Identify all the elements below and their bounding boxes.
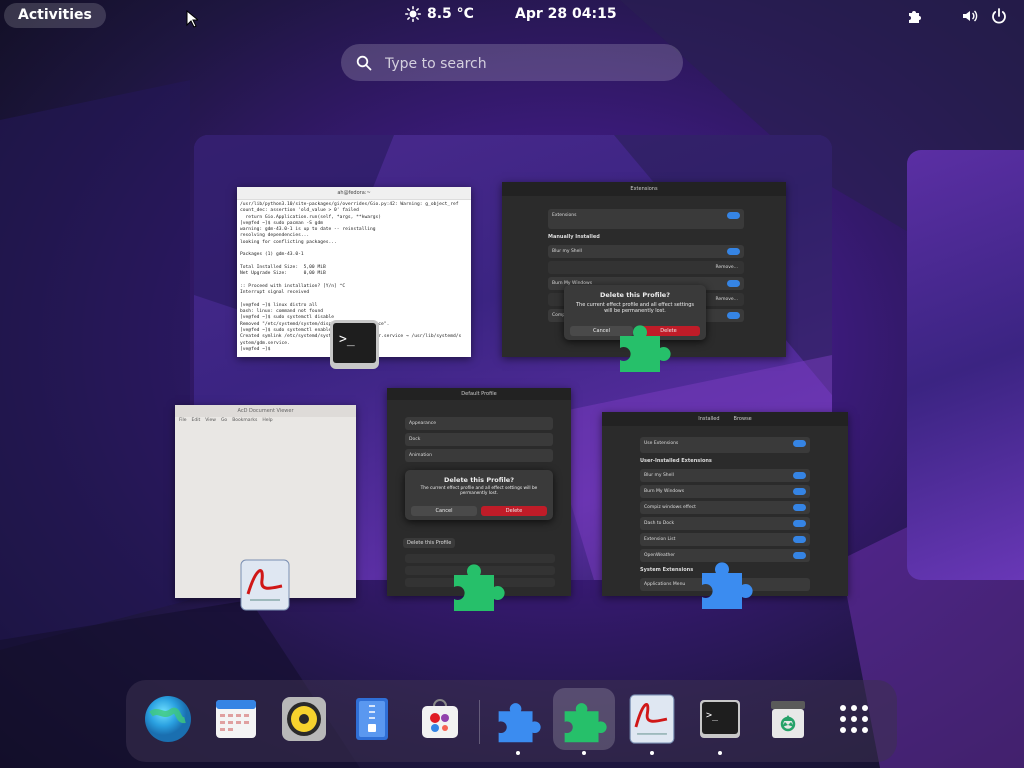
- app-grid-button[interactable]: [823, 688, 885, 750]
- file-archive-launcher[interactable]: [341, 688, 403, 750]
- window-title: Extensions: [502, 182, 786, 196]
- header-bar: Installed Browse: [602, 412, 848, 426]
- extension-row[interactable]: Burn My Windows: [640, 485, 810, 498]
- trash-icon: [771, 701, 805, 738]
- sun-icon: [405, 6, 421, 22]
- dialog-body: The current effect profile and all effec…: [575, 302, 695, 314]
- toggle-switch[interactable]: [727, 280, 740, 287]
- terminal-app-icon: >_: [330, 320, 379, 369]
- search-icon: [356, 55, 372, 71]
- delete-button[interactable]: Delete: [481, 506, 547, 516]
- extensions-puzzle-icon: [454, 564, 505, 611]
- music-player-icon: [282, 697, 326, 741]
- activities-button[interactable]: Activities: [4, 3, 106, 28]
- temperature-label: 8.5 °C: [427, 6, 474, 22]
- extension-row[interactable]: Blur my Shell: [548, 245, 744, 258]
- extension-manager-launcher[interactable]: [553, 688, 615, 755]
- tab-installed[interactable]: Installed: [698, 412, 719, 426]
- menu-item[interactable]: Go: [221, 418, 227, 423]
- volume-icon[interactable]: [961, 7, 979, 25]
- tab-browse[interactable]: Browse: [734, 412, 752, 426]
- search-bar[interactable]: [341, 44, 683, 83]
- clock-button[interactable]: Apr 28 04:15: [515, 6, 617, 22]
- running-indicator: [718, 751, 722, 755]
- document-viewer-app-icon: [240, 559, 290, 611]
- software-store-launcher[interactable]: [409, 688, 471, 750]
- file-archive-icon: [356, 698, 388, 740]
- calendar-icon: [216, 700, 256, 738]
- toggle-switch[interactable]: [793, 504, 806, 511]
- toggle-switch[interactable]: [793, 488, 806, 495]
- menu-item[interactable]: Bookmarks: [232, 418, 257, 423]
- software-store-icon: [422, 699, 458, 738]
- menu-item[interactable]: File: [179, 418, 187, 423]
- delete-profile-button[interactable]: Delete this Profile: [403, 538, 456, 548]
- trash-launcher[interactable]: [757, 688, 819, 750]
- menu-item[interactable]: Help: [262, 418, 272, 423]
- toggle-switch[interactable]: [727, 212, 740, 219]
- svg-text:>_: >_: [706, 710, 719, 721]
- dialog-title: Delete this Profile?: [600, 291, 670, 299]
- extension-list: Blur my Shell Burn My Windows Compiz windo…: [634, 469, 816, 562]
- delete-profile-dialog: Delete this Profile? The current effect …: [405, 470, 553, 520]
- toggle-switch[interactable]: [793, 440, 806, 447]
- window-title: ah@fedora:~: [237, 187, 471, 200]
- browser-launcher[interactable]: [137, 688, 199, 750]
- extension-manager-icon: [564, 703, 607, 743]
- mouse-cursor-icon: [186, 10, 198, 28]
- menu-bar: File Edit View Go Bookmarks Help: [175, 417, 356, 424]
- toggle-switch[interactable]: [727, 312, 740, 319]
- section-heading: User-Installed Extensions: [640, 458, 712, 464]
- top-bar: Activities 8.5 °C Apr 28 04:15: [0, 0, 1024, 32]
- extension-row[interactable]: Dash to Dock: [640, 517, 810, 530]
- calendar-launcher[interactable]: [205, 688, 267, 750]
- dialog-title: Delete this Profile?: [444, 476, 514, 484]
- dock-separator: [479, 700, 480, 744]
- power-icon[interactable]: [990, 7, 1008, 25]
- toggle-switch[interactable]: [727, 248, 740, 255]
- window-title: Default Profile: [387, 388, 571, 400]
- running-indicator: [650, 751, 654, 755]
- menu-item[interactable]: Edit: [192, 418, 201, 423]
- setting-row[interactable]: Appearance: [405, 417, 553, 430]
- terminal-icon: >_: [700, 700, 740, 738]
- extensions-puzzle-icon: [620, 325, 671, 372]
- extension-row[interactable]: Blur my Shell: [640, 469, 810, 482]
- setting-row[interactable]: Dock: [405, 433, 553, 446]
- extensions-toggle-row[interactable]: Extensions: [548, 209, 744, 229]
- music-player-launcher[interactable]: [273, 688, 335, 750]
- toggle-switch[interactable]: [793, 552, 806, 559]
- toggle-switch[interactable]: [793, 536, 806, 543]
- weather-indicator[interactable]: 8.5 °C: [405, 6, 474, 22]
- document-viewer-launcher[interactable]: [621, 688, 683, 755]
- extensions-app-icon: [498, 703, 541, 743]
- extension-row[interactable]: Remove...: [548, 261, 744, 274]
- toggle-switch[interactable]: [793, 472, 806, 479]
- app-grid-icon: [840, 705, 868, 733]
- window-title: AcD Document Viewer: [175, 405, 356, 417]
- workspace-next[interactable]: [907, 150, 1024, 580]
- search-input[interactable]: [383, 44, 667, 83]
- extension-row[interactable]: Extension List: [640, 533, 810, 546]
- use-extensions-row[interactable]: Use Extensions: [640, 437, 810, 453]
- terminal-launcher[interactable]: >_: [689, 688, 751, 755]
- extensions-icon[interactable]: [906, 7, 924, 25]
- document-viewer-icon: [629, 694, 675, 744]
- running-indicator: [582, 751, 586, 755]
- cancel-button[interactable]: Cancel: [411, 506, 477, 516]
- extension-manager-puzzle-icon: [702, 562, 753, 609]
- setting-row[interactable]: Animation: [405, 449, 553, 462]
- section-heading: Manually Installed: [548, 234, 600, 240]
- dock: >_: [126, 680, 897, 762]
- extensions-launcher[interactable]: [487, 688, 549, 755]
- toggle-switch[interactable]: [793, 520, 806, 527]
- extension-row[interactable]: Compiz windows effect: [640, 501, 810, 514]
- dialog-body: The current effect profile and all effec…: [420, 486, 538, 496]
- running-indicator: [516, 751, 520, 755]
- menu-item[interactable]: View: [205, 418, 216, 423]
- browser-icon: [145, 696, 191, 742]
- svg-text:>_: >_: [339, 332, 355, 347]
